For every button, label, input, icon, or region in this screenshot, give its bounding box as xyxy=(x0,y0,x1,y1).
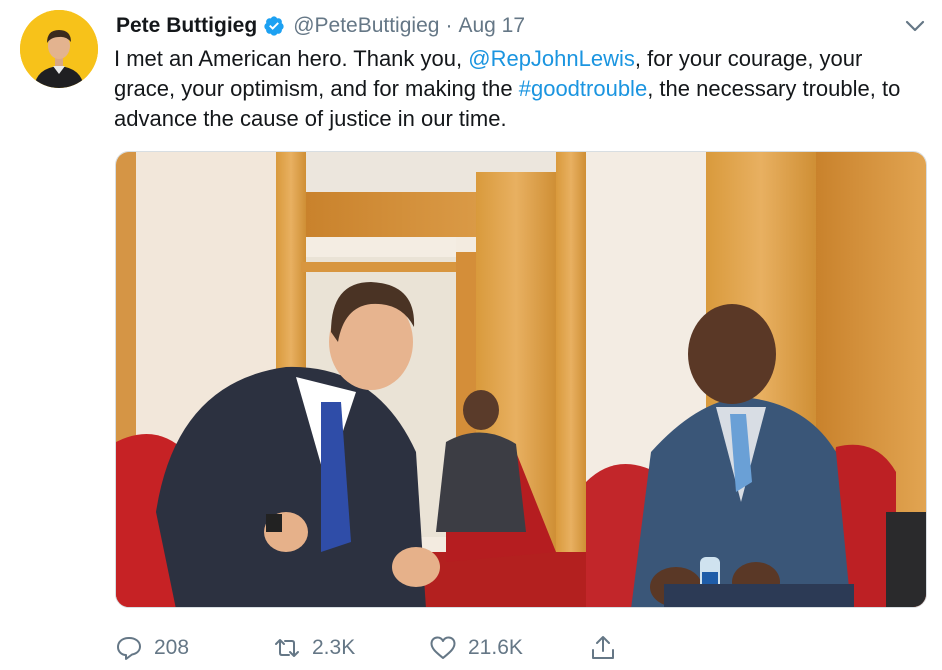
chevron-down-icon[interactable] xyxy=(902,14,928,38)
like-count: 21.6K xyxy=(468,636,523,659)
avatar[interactable] xyxy=(20,10,98,88)
verified-badge-icon xyxy=(264,16,284,36)
reply-count: 208 xyxy=(154,636,190,659)
tweet-text-part: I met an American hero. Thank you, xyxy=(114,46,469,71)
hashtag-link[interactable]: #goodtrouble xyxy=(519,76,647,101)
heart-icon xyxy=(430,636,456,659)
share-icon xyxy=(592,636,614,659)
tweet-header: Pete Buttigieg @PeteButtigieg · Aug 17 xyxy=(116,12,525,40)
author-name[interactable]: Pete Buttigieg xyxy=(116,14,257,38)
retweet-button[interactable]: 2.3K xyxy=(272,633,422,663)
retweet-icon xyxy=(275,639,299,657)
like-button[interactable]: 21.6K xyxy=(428,633,578,663)
author-handle[interactable]: @PeteButtigieg xyxy=(293,14,439,38)
retweet-count: 2.3K xyxy=(312,636,356,659)
reply-button[interactable]: 208 xyxy=(114,633,264,663)
reply-icon xyxy=(117,637,141,660)
mention-link[interactable]: @RepJohnLewis xyxy=(468,46,635,71)
separator-dot: · xyxy=(445,14,453,37)
share-button[interactable] xyxy=(588,633,628,663)
tweet-photo[interactable] xyxy=(115,151,927,608)
tweet-text: I met an American hero. Thank you, @RepJ… xyxy=(114,44,929,134)
tweet-date[interactable]: Aug 17 xyxy=(458,14,525,38)
